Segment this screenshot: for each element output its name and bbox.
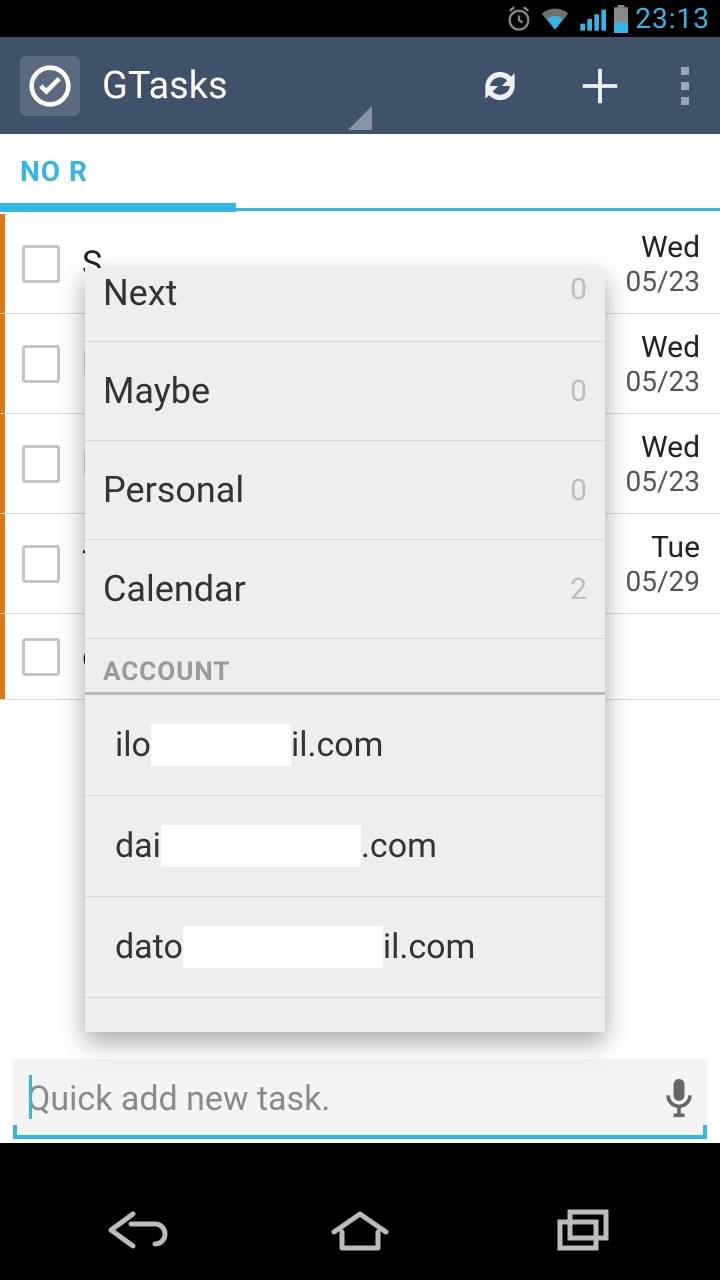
priority-accent [0,414,5,513]
list-dropdown: Next 0 Maybe 0 Personal 0 Calendar 2 ACC… [85,268,605,1032]
dropdown-account-item[interactable]: dai .com [85,796,605,897]
app-icon[interactable] [20,56,80,116]
dropdown-footer [85,998,605,1032]
system-nav-bar [0,1180,720,1280]
task-checkbox[interactable] [22,445,60,483]
account-prefix: dato [115,927,183,967]
dropdown-section-header: ACCOUNT [85,639,605,695]
dropdown-item-count: 0 [570,473,587,508]
task-checkbox[interactable] [22,245,60,283]
recents-button[interactable] [498,1195,668,1265]
add-button[interactable] [550,37,650,134]
text-caret [29,1075,32,1119]
dropdown-item-label: Calendar [103,568,246,610]
redaction-mask [183,926,383,968]
alarm-icon [505,5,533,33]
tab-indicator [0,208,720,213]
priority-accent [0,614,5,699]
quick-add-input[interactable]: Quick add new task. [13,1059,707,1139]
active-tab-label: NO R [20,155,88,188]
dropdown-list-item[interactable]: Next 0 [85,268,605,342]
account-prefix: ilo [115,725,151,765]
dropdown-item-label: Maybe [103,370,210,412]
signal-icon [577,5,607,33]
status-bar: 23:13 [0,0,720,37]
input-underline [13,1135,707,1139]
dropdown-item-count: 2 [570,572,587,607]
task-checkbox[interactable] [22,638,60,676]
dropdown-list-item[interactable]: Maybe 0 [85,342,605,441]
status-clock: 23:13 [635,2,710,35]
priority-accent [0,214,5,313]
overflow-menu-button[interactable] [650,37,720,134]
app-title[interactable]: GTasks [102,64,228,108]
account-suffix: il.com [383,927,476,967]
dropdown-item-label: Personal [103,469,244,511]
tab-strip[interactable]: NO R [0,134,720,211]
overflow-icon [681,67,689,105]
spinner-indicator-icon[interactable] [348,106,372,130]
task-date: Tue 05/29 [626,530,701,598]
account-suffix: il.com [291,725,384,765]
redaction-mask [151,724,291,766]
dropdown-item-count: 0 [570,272,587,307]
home-button[interactable] [275,1195,445,1265]
sync-button[interactable] [450,37,550,134]
priority-accent [0,514,5,613]
dropdown-account-item[interactable]: ilo il.com [85,695,605,796]
account-suffix: .com [361,826,437,866]
priority-accent [0,314,5,413]
task-checkbox[interactable] [22,545,60,583]
content-area: NO R S Wed 05/23 M Wed 05/23 M [0,134,720,1143]
battery-icon [613,5,629,33]
back-button[interactable] [53,1195,223,1265]
dropdown-item-count: 0 [570,374,587,409]
task-date: Wed 05/23 [626,230,701,298]
dropdown-list-item[interactable]: Calendar 2 [85,540,605,639]
action-bar: GTasks [0,37,720,134]
redaction-mask [161,825,361,867]
task-date: Wed 05/23 [626,430,701,498]
task-date: Wed 05/23 [626,330,701,398]
dropdown-item-label: Next [103,272,177,314]
task-checkbox[interactable] [22,345,60,383]
dropdown-account-item[interactable]: dato il.com [85,897,605,998]
account-prefix: dai [115,826,161,866]
wifi-icon [539,5,571,33]
dropdown-list-item[interactable]: Personal 0 [85,441,605,540]
mic-button[interactable] [665,1079,693,1119]
quick-add-placeholder: Quick add new task. [27,1079,665,1119]
